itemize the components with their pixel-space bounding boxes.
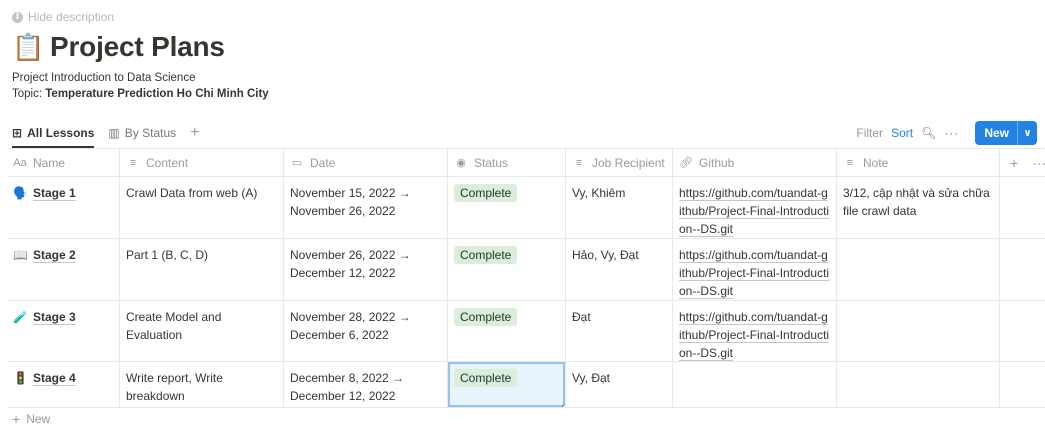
- database-toolbar: Filter Sort 🔍︎ ··· New ∨: [856, 120, 1037, 146]
- column-header-content[interactable]: ≡ Content: [120, 149, 284, 176]
- cell-note[interactable]: [837, 301, 1000, 361]
- cell-date[interactable]: November 26, 2022 → December 12, 2022: [284, 239, 448, 300]
- hide-description-label: Hide description: [28, 10, 115, 24]
- cell-job-recipient[interactable]: Vy, Khiêm: [566, 177, 673, 238]
- table-row[interactable]: 🗣️ Stage 1 Crawl Data from web (A) Novemb…: [7, 177, 1045, 239]
- more-options-icon[interactable]: ···: [944, 126, 959, 140]
- github-link[interactable]: https://github.com/tuandat-github/Projec…: [679, 186, 829, 236]
- link-icon: 🔗︎: [679, 156, 693, 169]
- cell-github[interactable]: https://github.com/tuandat-github/Projec…: [673, 239, 837, 300]
- plus-icon: +: [12, 411, 21, 426]
- fill-handle[interactable]: [562, 404, 565, 407]
- cell-job-recipient[interactable]: Hảo, Vy, Đạt: [566, 239, 673, 300]
- column-header-actions: + ···: [1000, 149, 1045, 176]
- view-tabs: ⊞ All Lessons ▥ By Status +: [12, 121, 199, 148]
- page-title[interactable]: Project Plans: [50, 31, 225, 63]
- status-icon: ◉: [456, 156, 466, 169]
- column-header-job-recipient[interactable]: ≡ Job Recipient: [566, 149, 673, 176]
- table-row[interactable]: 🚦 Stage 4 Write report, Write breakdown D…: [7, 362, 1045, 408]
- page-description[interactable]: Project Introduction to Data Science Top…: [12, 70, 269, 102]
- hide-description-toggle[interactable]: i Hide description: [12, 10, 114, 24]
- text-type-icon: Aa: [13, 156, 27, 169]
- cell-date[interactable]: December 8, 2022 → December 12, 2022: [284, 362, 448, 407]
- cell-job-recipient[interactable]: Đạt: [566, 301, 673, 361]
- cell-content[interactable]: Write report, Write breakdown: [120, 362, 284, 407]
- sort-button[interactable]: Sort: [891, 126, 913, 140]
- cell-content[interactable]: Crawl Data from web (A): [120, 177, 284, 238]
- calendar-icon: ▭: [291, 156, 303, 169]
- database-table: Aa Name ≡ Content ▭ Date ◉ Status ≡ Job Recip…: [7, 148, 1045, 408]
- cell-name[interactable]: 🚦 Stage 4: [7, 362, 120, 407]
- table-header-row: Aa Name ≡ Content ▭ Date ◉ Status ≡ Job Recip…: [7, 149, 1045, 177]
- new-button-label[interactable]: New: [975, 121, 1017, 145]
- filter-button[interactable]: Filter: [856, 126, 883, 140]
- cell-note[interactable]: 3/12, cập nhật và sửa chữa file crawl da…: [837, 177, 1000, 238]
- cell-empty: [1000, 177, 1045, 238]
- cell-name[interactable]: 📖 Stage 2: [7, 239, 120, 300]
- topic-value: Temperature Prediction Ho Chi Minh City: [45, 88, 269, 100]
- cell-date[interactable]: November 28, 2022 → December 6, 2022: [284, 301, 448, 361]
- board-icon: ▥: [108, 126, 120, 140]
- cell-name[interactable]: 🗣️ Stage 1: [7, 177, 120, 238]
- open-book-icon: 📖: [13, 248, 28, 262]
- cell-status[interactable]: Complete: [448, 301, 566, 361]
- cell-date[interactable]: November 15, 2022 → November 26, 2022: [284, 177, 448, 238]
- add-new-row-button[interactable]: + New: [12, 411, 50, 426]
- status-badge: Complete: [454, 246, 518, 264]
- status-badge: Complete: [454, 369, 518, 387]
- cell-github[interactable]: [673, 362, 837, 407]
- traffic-light-icon: 🚦: [13, 371, 28, 385]
- info-icon: i: [12, 11, 23, 23]
- cell-status[interactable]: Complete: [448, 177, 566, 238]
- status-badge: Complete: [454, 184, 518, 202]
- cell-github[interactable]: https://github.com/tuandat-github/Projec…: [673, 177, 837, 238]
- column-header-name[interactable]: Aa Name: [7, 149, 120, 176]
- cell-note[interactable]: [837, 362, 1000, 407]
- table-icon: ⊞: [12, 126, 23, 140]
- text-lines-icon: ≡: [846, 156, 854, 169]
- add-property-icon[interactable]: +: [1010, 154, 1018, 172]
- add-new-row-label: New: [26, 412, 51, 426]
- cell-empty: [1000, 301, 1045, 361]
- page-header: 📋 Project Plans: [12, 31, 225, 63]
- cell-content[interactable]: Create Model and Evaluation: [120, 301, 284, 361]
- cell-note[interactable]: [837, 239, 1000, 300]
- text-lines-icon: ≡: [575, 156, 583, 169]
- clipboard-icon[interactable]: 📋: [12, 34, 44, 60]
- github-link[interactable]: https://github.com/tuandat-github/Projec…: [679, 248, 829, 298]
- cell-content[interactable]: Part 1 (B, C, D): [120, 239, 284, 300]
- tab-by-status[interactable]: ▥ By Status: [108, 121, 176, 145]
- cell-name[interactable]: 🧪 Stage 3: [7, 301, 120, 361]
- cell-status[interactable]: Complete: [448, 239, 566, 300]
- cell-empty: [1000, 362, 1045, 407]
- speaking-head-icon: 🗣️: [13, 186, 28, 200]
- cell-status-selected[interactable]: Complete: [448, 362, 566, 407]
- more-icon[interactable]: ···: [1032, 154, 1045, 172]
- cell-empty: [1000, 239, 1045, 300]
- search-icon[interactable]: 🔍︎: [921, 126, 936, 140]
- table-row[interactable]: 📖 Stage 2 Part 1 (B, C, D) November 26, 2…: [7, 239, 1045, 301]
- column-header-date[interactable]: ▭ Date: [284, 149, 448, 176]
- chevron-down-icon[interactable]: ∨: [1017, 121, 1037, 145]
- tab-all-lessons[interactable]: ⊞ All Lessons: [12, 121, 95, 148]
- topic-line: Topic: Temperature Prediction Ho Chi Min…: [12, 86, 269, 102]
- test-tube-icon: 🧪: [13, 310, 28, 324]
- cell-job-recipient[interactable]: Vy, Đạt: [566, 362, 673, 407]
- text-lines-icon: ≡: [129, 156, 137, 169]
- new-button[interactable]: New ∨: [975, 121, 1037, 145]
- status-badge: Complete: [454, 308, 518, 326]
- column-header-github[interactable]: 🔗︎ Github: [673, 149, 837, 176]
- column-header-status[interactable]: ◉ Status: [448, 149, 566, 176]
- cell-github[interactable]: https://github.com/tuandat-github/Projec…: [673, 301, 837, 361]
- tab-label: By Status: [124, 126, 177, 140]
- column-header-note[interactable]: ≡ Note: [837, 149, 1000, 176]
- table-row[interactable]: 🧪 Stage 3 Create Model and Evaluation Nov…: [7, 301, 1045, 362]
- github-link[interactable]: https://github.com/tuandat-github/Projec…: [679, 310, 829, 360]
- description-line: Project Introduction to Data Science: [12, 72, 196, 84]
- tab-label: All Lessons: [27, 126, 95, 140]
- add-view-plus-icon[interactable]: +: [190, 124, 199, 142]
- topic-label: Topic:: [12, 88, 46, 100]
